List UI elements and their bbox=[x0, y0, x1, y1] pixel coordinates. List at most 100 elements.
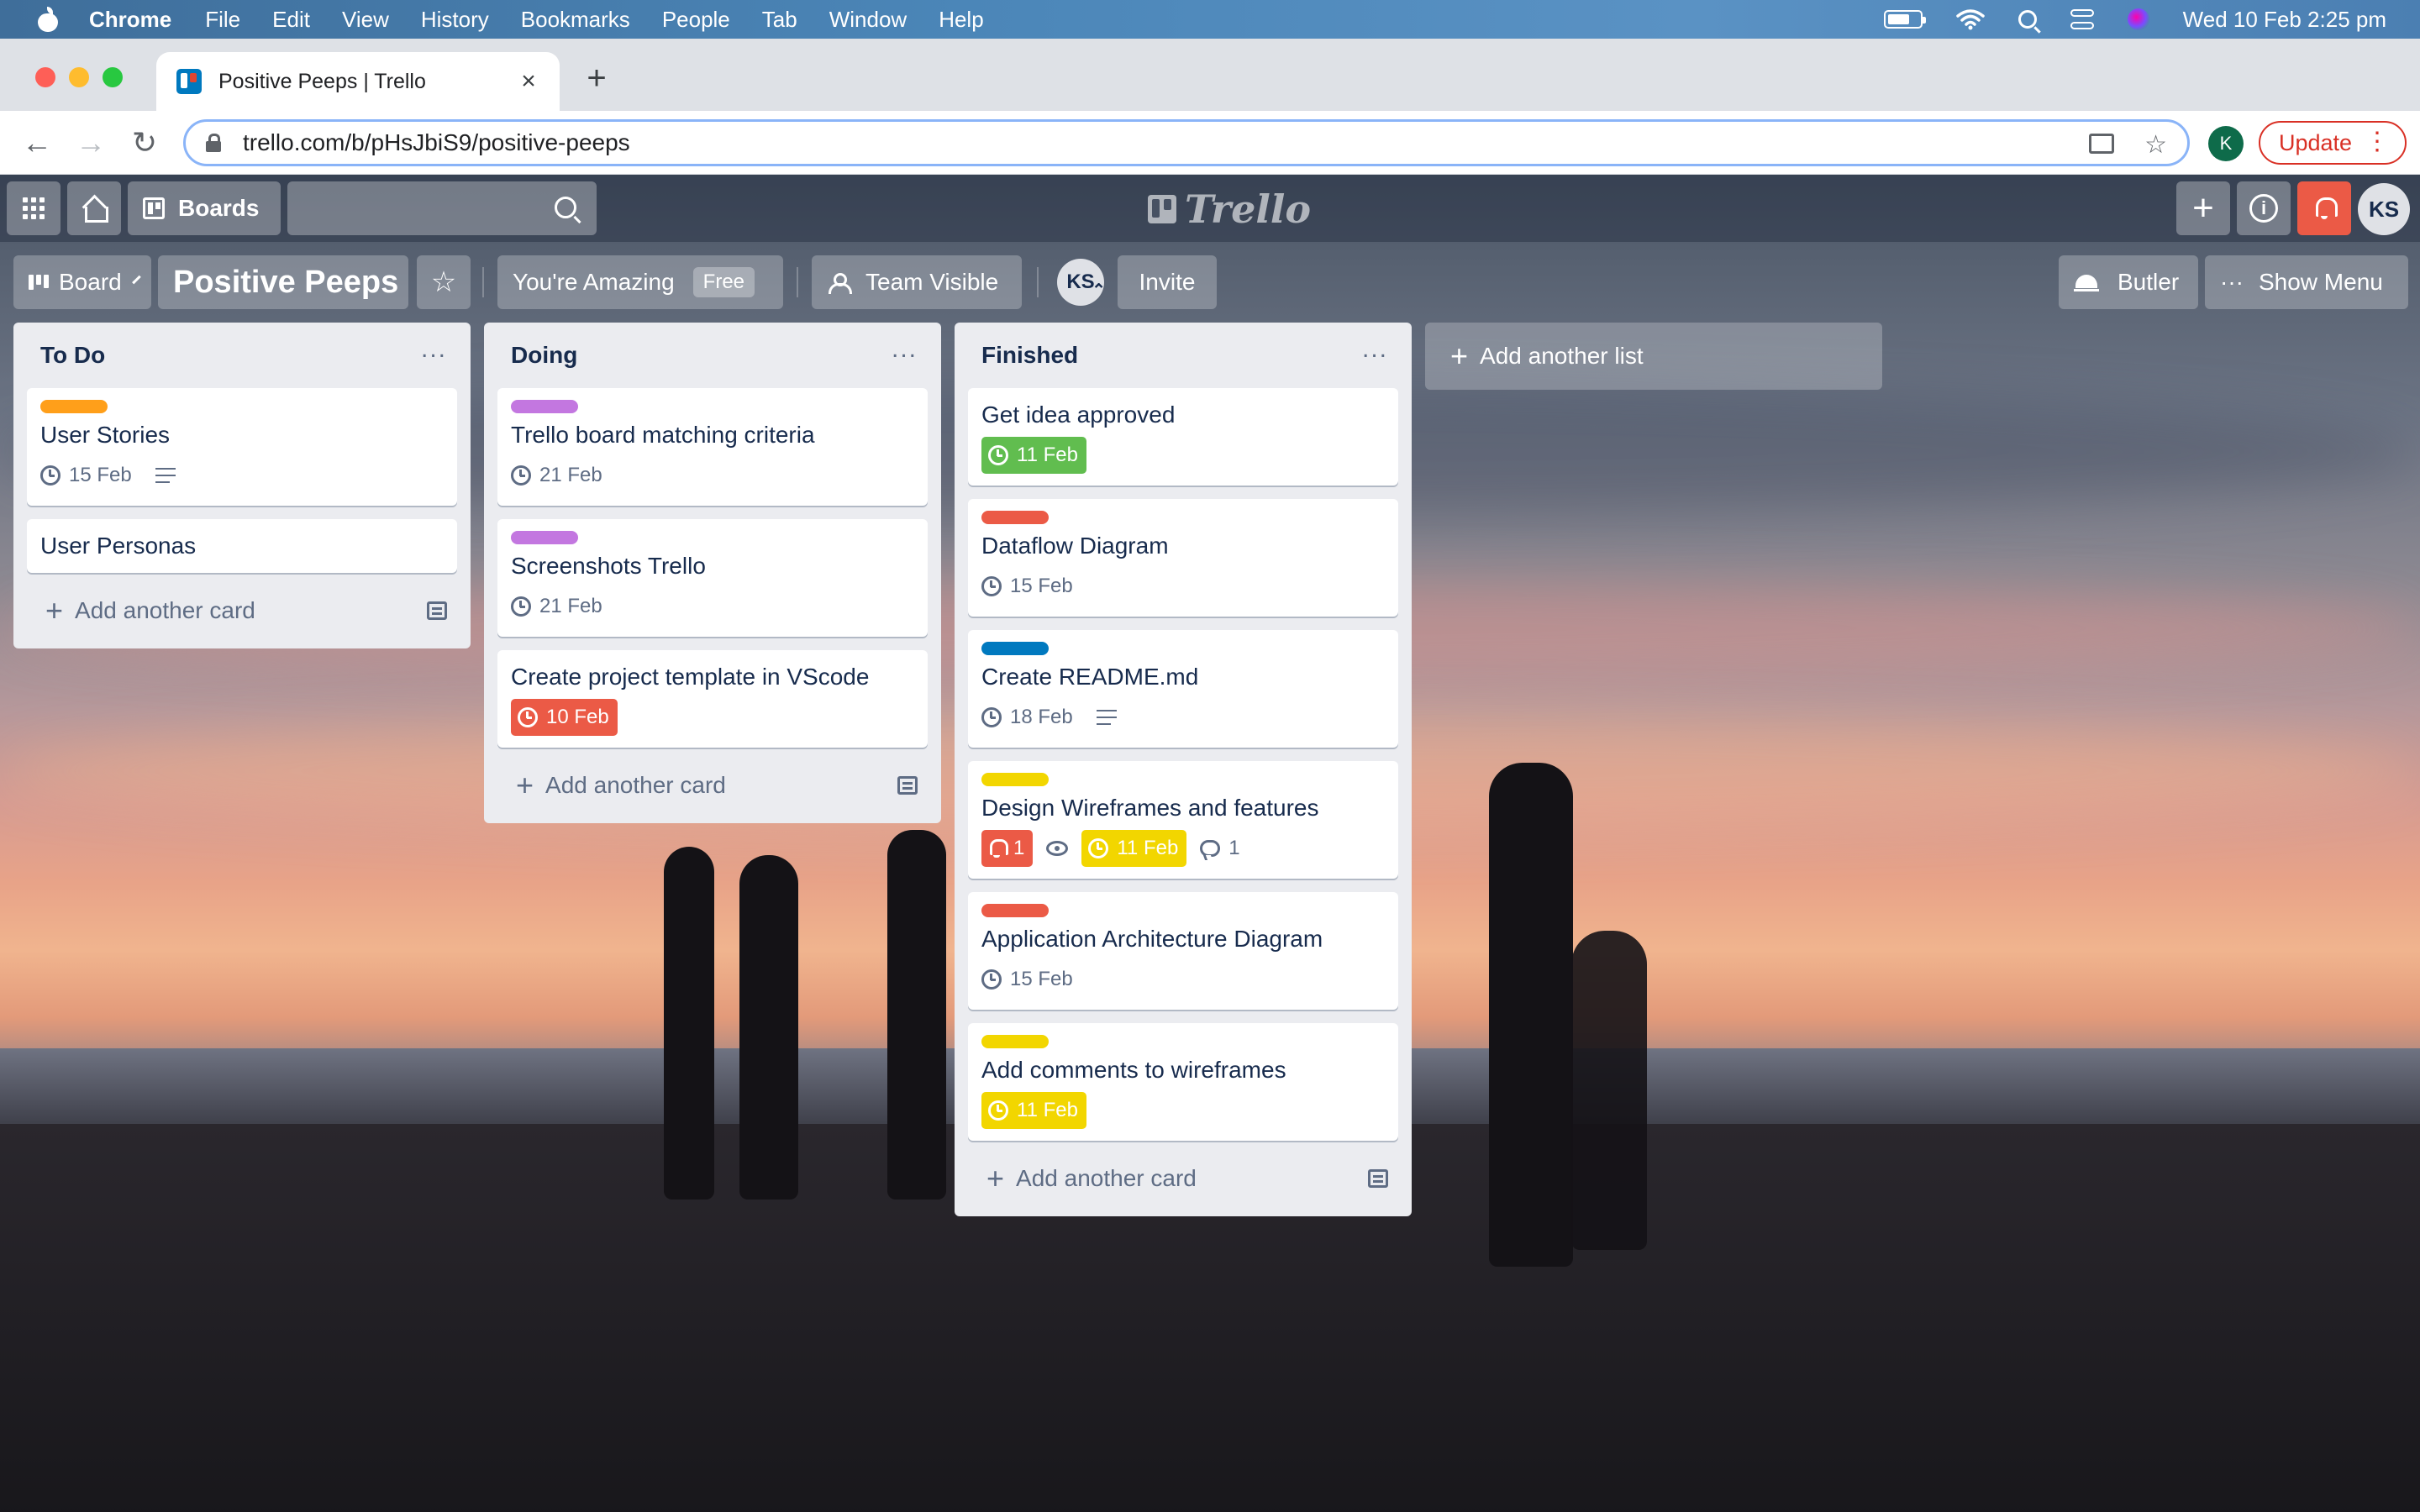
due-date-badge-complete[interactable]: 11 Feb bbox=[981, 437, 1086, 474]
card-label[interactable] bbox=[511, 531, 578, 544]
browser-tab-active[interactable]: Positive Peeps | Trello × bbox=[156, 52, 560, 111]
due-date-badge[interactable]: 15 Feb bbox=[981, 568, 1073, 605]
card-user-personas[interactable]: User Personas bbox=[27, 519, 457, 573]
new-tab-button[interactable]: + bbox=[581, 61, 612, 95]
list-menu-icon[interactable]: ... bbox=[421, 335, 457, 364]
back-button[interactable]: ← bbox=[20, 126, 54, 160]
member-avatar[interactable]: KS bbox=[2358, 183, 2410, 235]
due-date-badge-soon[interactable]: 11 Feb bbox=[981, 1092, 1086, 1129]
menu-bookmarks[interactable]: Bookmarks bbox=[521, 7, 630, 33]
bookmark-star-icon[interactable]: ☆ bbox=[2144, 130, 2167, 160]
menubar-clock[interactable]: Wed 10 Feb 2:25 pm bbox=[2183, 7, 2386, 33]
butler-button[interactable]: Butler bbox=[2059, 255, 2198, 309]
lock-icon[interactable] bbox=[206, 134, 221, 152]
due-date-badge[interactable]: 21 Feb bbox=[511, 588, 602, 625]
due-date-badge[interactable]: 15 Feb bbox=[981, 961, 1073, 998]
address-bar[interactable]: trello.com/b/pHsJbiS9/positive-peeps ☆ bbox=[183, 119, 2190, 166]
board-view-switcher[interactable]: Board bbox=[13, 255, 151, 309]
list-title[interactable]: Doing bbox=[511, 342, 577, 369]
tab-close-icon[interactable]: × bbox=[516, 69, 541, 94]
card-template-icon[interactable] bbox=[427, 601, 447, 620]
card-template-icon[interactable] bbox=[1368, 1169, 1388, 1188]
card-get-idea-approved[interactable]: Get idea approved 11 Feb bbox=[968, 388, 1398, 486]
create-button[interactable]: + bbox=[2176, 181, 2230, 235]
apps-switcher-button[interactable] bbox=[7, 181, 60, 235]
trello-search-input[interactable] bbox=[287, 181, 597, 235]
add-card-button[interactable]: + Add another card bbox=[27, 586, 457, 635]
menu-view[interactable]: View bbox=[342, 7, 389, 33]
card-label[interactable] bbox=[40, 400, 108, 413]
card-label[interactable] bbox=[981, 1035, 1049, 1048]
maximize-window-button[interactable] bbox=[103, 67, 123, 87]
due-date-badge-soon[interactable]: 11 Feb bbox=[1081, 830, 1187, 867]
card-add-comments-to-wireframes[interactable]: Add comments to wireframes 11 Feb bbox=[968, 1023, 1398, 1141]
cast-icon[interactable] bbox=[2089, 134, 2115, 154]
star-board-button[interactable]: ☆ bbox=[417, 255, 471, 309]
background-bicycle-silhouette bbox=[1571, 931, 1647, 1250]
menu-tab[interactable]: Tab bbox=[762, 7, 797, 33]
menu-edit[interactable]: Edit bbox=[272, 7, 310, 33]
card-label[interactable] bbox=[981, 511, 1049, 524]
due-date-badge-overdue[interactable]: 10 Feb bbox=[511, 699, 618, 736]
card-template-icon[interactable] bbox=[897, 776, 918, 795]
card-application-architecture-diagram[interactable]: Application Architecture Diagram 15 Feb bbox=[968, 892, 1398, 1010]
board-title[interactable]: Positive Peeps bbox=[158, 255, 408, 309]
trello-logo-text: Trello bbox=[1185, 186, 1312, 232]
control-center-icon[interactable] bbox=[2070, 9, 2094, 29]
minimize-window-button[interactable] bbox=[69, 67, 89, 87]
update-button[interactable]: Update ⋮ bbox=[2259, 121, 2407, 165]
forward-button[interactable]: → bbox=[74, 126, 108, 160]
card-label[interactable] bbox=[981, 773, 1049, 786]
card-title: Create README.md bbox=[981, 664, 1199, 690]
add-list-button[interactable]: + Add another list bbox=[1425, 323, 1882, 390]
apple-icon[interactable] bbox=[37, 7, 59, 32]
menu-file[interactable]: File bbox=[205, 7, 240, 33]
menu-window[interactable]: Window bbox=[829, 7, 907, 33]
menu-help[interactable]: Help bbox=[939, 7, 983, 33]
kebab-menu-icon[interactable]: ⋮ bbox=[2365, 129, 2390, 155]
card-user-stories[interactable]: User Stories 15 Feb bbox=[27, 388, 457, 506]
card-title: Get idea approved bbox=[981, 402, 1176, 428]
home-button[interactable] bbox=[67, 181, 121, 235]
menu-app-name[interactable]: Chrome bbox=[89, 7, 171, 33]
due-date-badge[interactable]: 18 Feb bbox=[981, 699, 1073, 736]
siri-icon[interactable] bbox=[2127, 8, 2149, 30]
visibility-button[interactable]: Team Visible bbox=[812, 255, 1022, 309]
menu-history[interactable]: History bbox=[421, 7, 489, 33]
close-window-button[interactable] bbox=[35, 67, 55, 87]
invite-button[interactable]: Invite bbox=[1118, 255, 1217, 309]
notifications-button[interactable] bbox=[2297, 181, 2351, 235]
list-title[interactable]: To Do bbox=[40, 342, 105, 369]
notification-badge[interactable]: 1 bbox=[981, 830, 1034, 867]
reload-button[interactable]: ↻ bbox=[128, 126, 161, 160]
list-menu-icon[interactable]: ... bbox=[1362, 335, 1398, 364]
card-label[interactable] bbox=[981, 904, 1049, 917]
card-create-readme[interactable]: Create README.md 18 Feb bbox=[968, 630, 1398, 748]
card-trello-board-matching-criteria[interactable]: Trello board matching criteria 21 Feb bbox=[497, 388, 928, 506]
list-title[interactable]: Finished bbox=[981, 342, 1078, 369]
add-card-button[interactable]: + Add another card bbox=[497, 761, 928, 810]
spotlight-search-icon[interactable] bbox=[2018, 10, 2037, 29]
trello-logo[interactable]: Trello bbox=[1148, 186, 1312, 232]
team-button[interactable]: You're Amazing Free bbox=[497, 255, 783, 309]
menu-people[interactable]: People bbox=[662, 7, 730, 33]
card-create-project-template[interactable]: Create project template in VScode 10 Feb bbox=[497, 650, 928, 748]
boards-button[interactable]: Boards bbox=[128, 181, 281, 235]
url-text[interactable]: trello.com/b/pHsJbiS9/positive-peeps bbox=[243, 129, 630, 156]
show-menu-button[interactable]: ··· Show Menu bbox=[2205, 255, 2408, 309]
battery-icon[interactable] bbox=[1883, 10, 1926, 29]
card-screenshots-trello[interactable]: Screenshots Trello 21 Feb bbox=[497, 519, 928, 637]
info-button[interactable]: i bbox=[2237, 181, 2291, 235]
card-label[interactable] bbox=[511, 400, 578, 413]
due-date-badge[interactable]: 21 Feb bbox=[511, 457, 602, 494]
card-dataflow-diagram[interactable]: Dataflow Diagram 15 Feb bbox=[968, 499, 1398, 617]
search-icon[interactable] bbox=[555, 197, 576, 218]
board-member-avatar[interactable]: KS bbox=[1057, 259, 1106, 314]
profile-avatar[interactable]: K bbox=[2208, 126, 2244, 161]
list-menu-icon[interactable]: ... bbox=[892, 335, 928, 364]
card-label[interactable] bbox=[981, 642, 1049, 655]
card-design-wireframes[interactable]: Design Wireframes and features 1 11 Feb … bbox=[968, 761, 1398, 879]
due-date-badge[interactable]: 15 Feb bbox=[40, 457, 132, 494]
wifi-icon[interactable] bbox=[1955, 8, 1985, 30]
add-card-button[interactable]: + Add another card bbox=[968, 1154, 1398, 1203]
